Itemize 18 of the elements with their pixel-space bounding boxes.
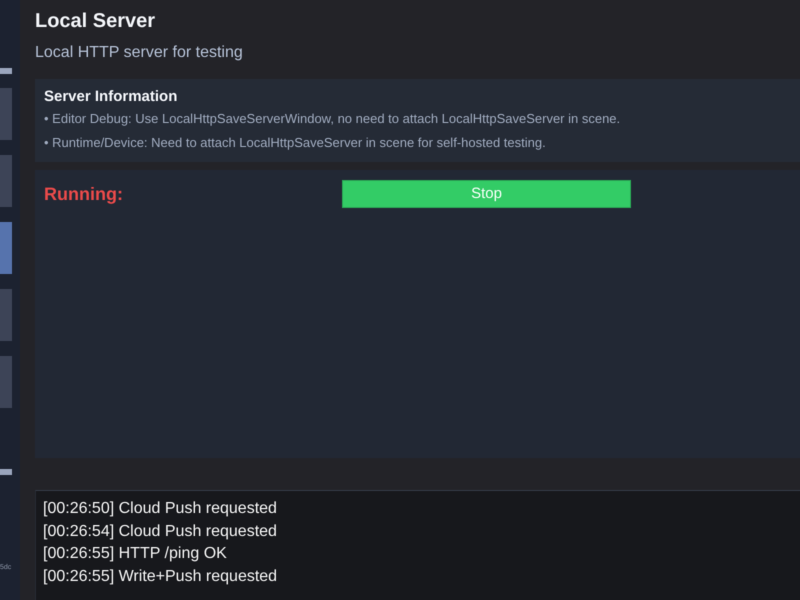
log-line: [00:26:55] HTTP /ping OK <box>43 544 228 564</box>
info-card-title: Server Information <box>44 87 178 107</box>
log-line: [00:26:54] Cloud Push requested <box>43 522 278 542</box>
log-line: [00:26:50] Cloud Push requested <box>43 499 278 519</box>
sidebar-bar <box>0 68 12 74</box>
sidebar-tile[interactable] <box>0 222 12 274</box>
log-line: [00:26:55] Write+Push requested <box>43 566 278 586</box>
info-bullet-text: • Runtime/Device: Need to attach LocalHttpSaveServer in scene for self-hosted testing. <box>44 134 547 152</box>
page-subtitle: Local HTTP server for testing <box>35 43 244 63</box>
sidebar-bar <box>0 469 12 475</box>
sidebar-tile[interactable] <box>0 155 12 207</box>
page-title: Local Server <box>35 9 156 33</box>
info-bullet-text: • Editor Debug: Use LocalHttpSaveServerWindow, no need to attach LocalHttpSaveServer in scene. <box>44 110 622 128</box>
stop-button[interactable]: Stop <box>342 180 631 208</box>
sidebar-tile[interactable] <box>0 356 12 408</box>
sidebar-tile[interactable] <box>0 289 12 341</box>
sidebar-tile[interactable] <box>0 88 12 140</box>
status-label: Running: <box>44 183 124 206</box>
